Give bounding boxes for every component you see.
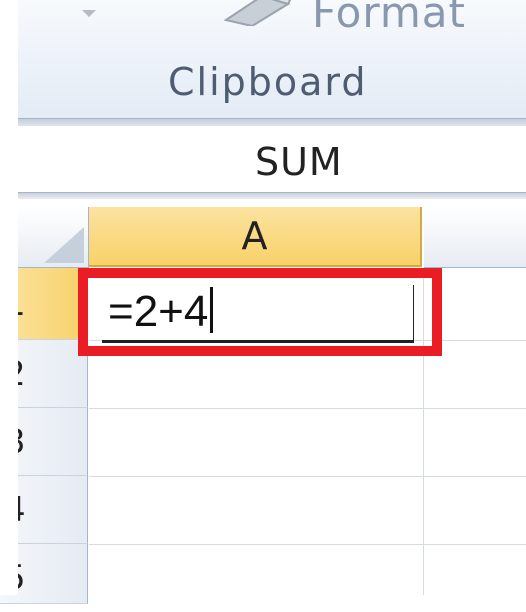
highlight-annotation-box <box>78 268 442 356</box>
formula-bar-divider <box>0 192 526 199</box>
paste-dropdown-arrow-icon[interactable] <box>82 10 96 17</box>
select-all-triangle-icon <box>44 227 84 263</box>
name-box-value[interactable]: SUM <box>255 140 343 184</box>
column-header-b[interactable] <box>424 207 526 268</box>
left-crop-strip <box>0 0 18 595</box>
column-header-a[interactable]: A <box>89 207 422 267</box>
cell-a3[interactable] <box>89 409 423 476</box>
name-box[interactable]: SUM <box>0 126 526 194</box>
cell-a5[interactable] <box>89 545 423 595</box>
ribbon: Format Clipboard <box>0 0 526 120</box>
format-painter-label[interactable]: Format <box>312 0 466 37</box>
cell-a4[interactable] <box>89 477 423 544</box>
format-painter-icon[interactable] <box>222 0 300 26</box>
clipboard-group-label: Clipboard <box>168 60 368 104</box>
